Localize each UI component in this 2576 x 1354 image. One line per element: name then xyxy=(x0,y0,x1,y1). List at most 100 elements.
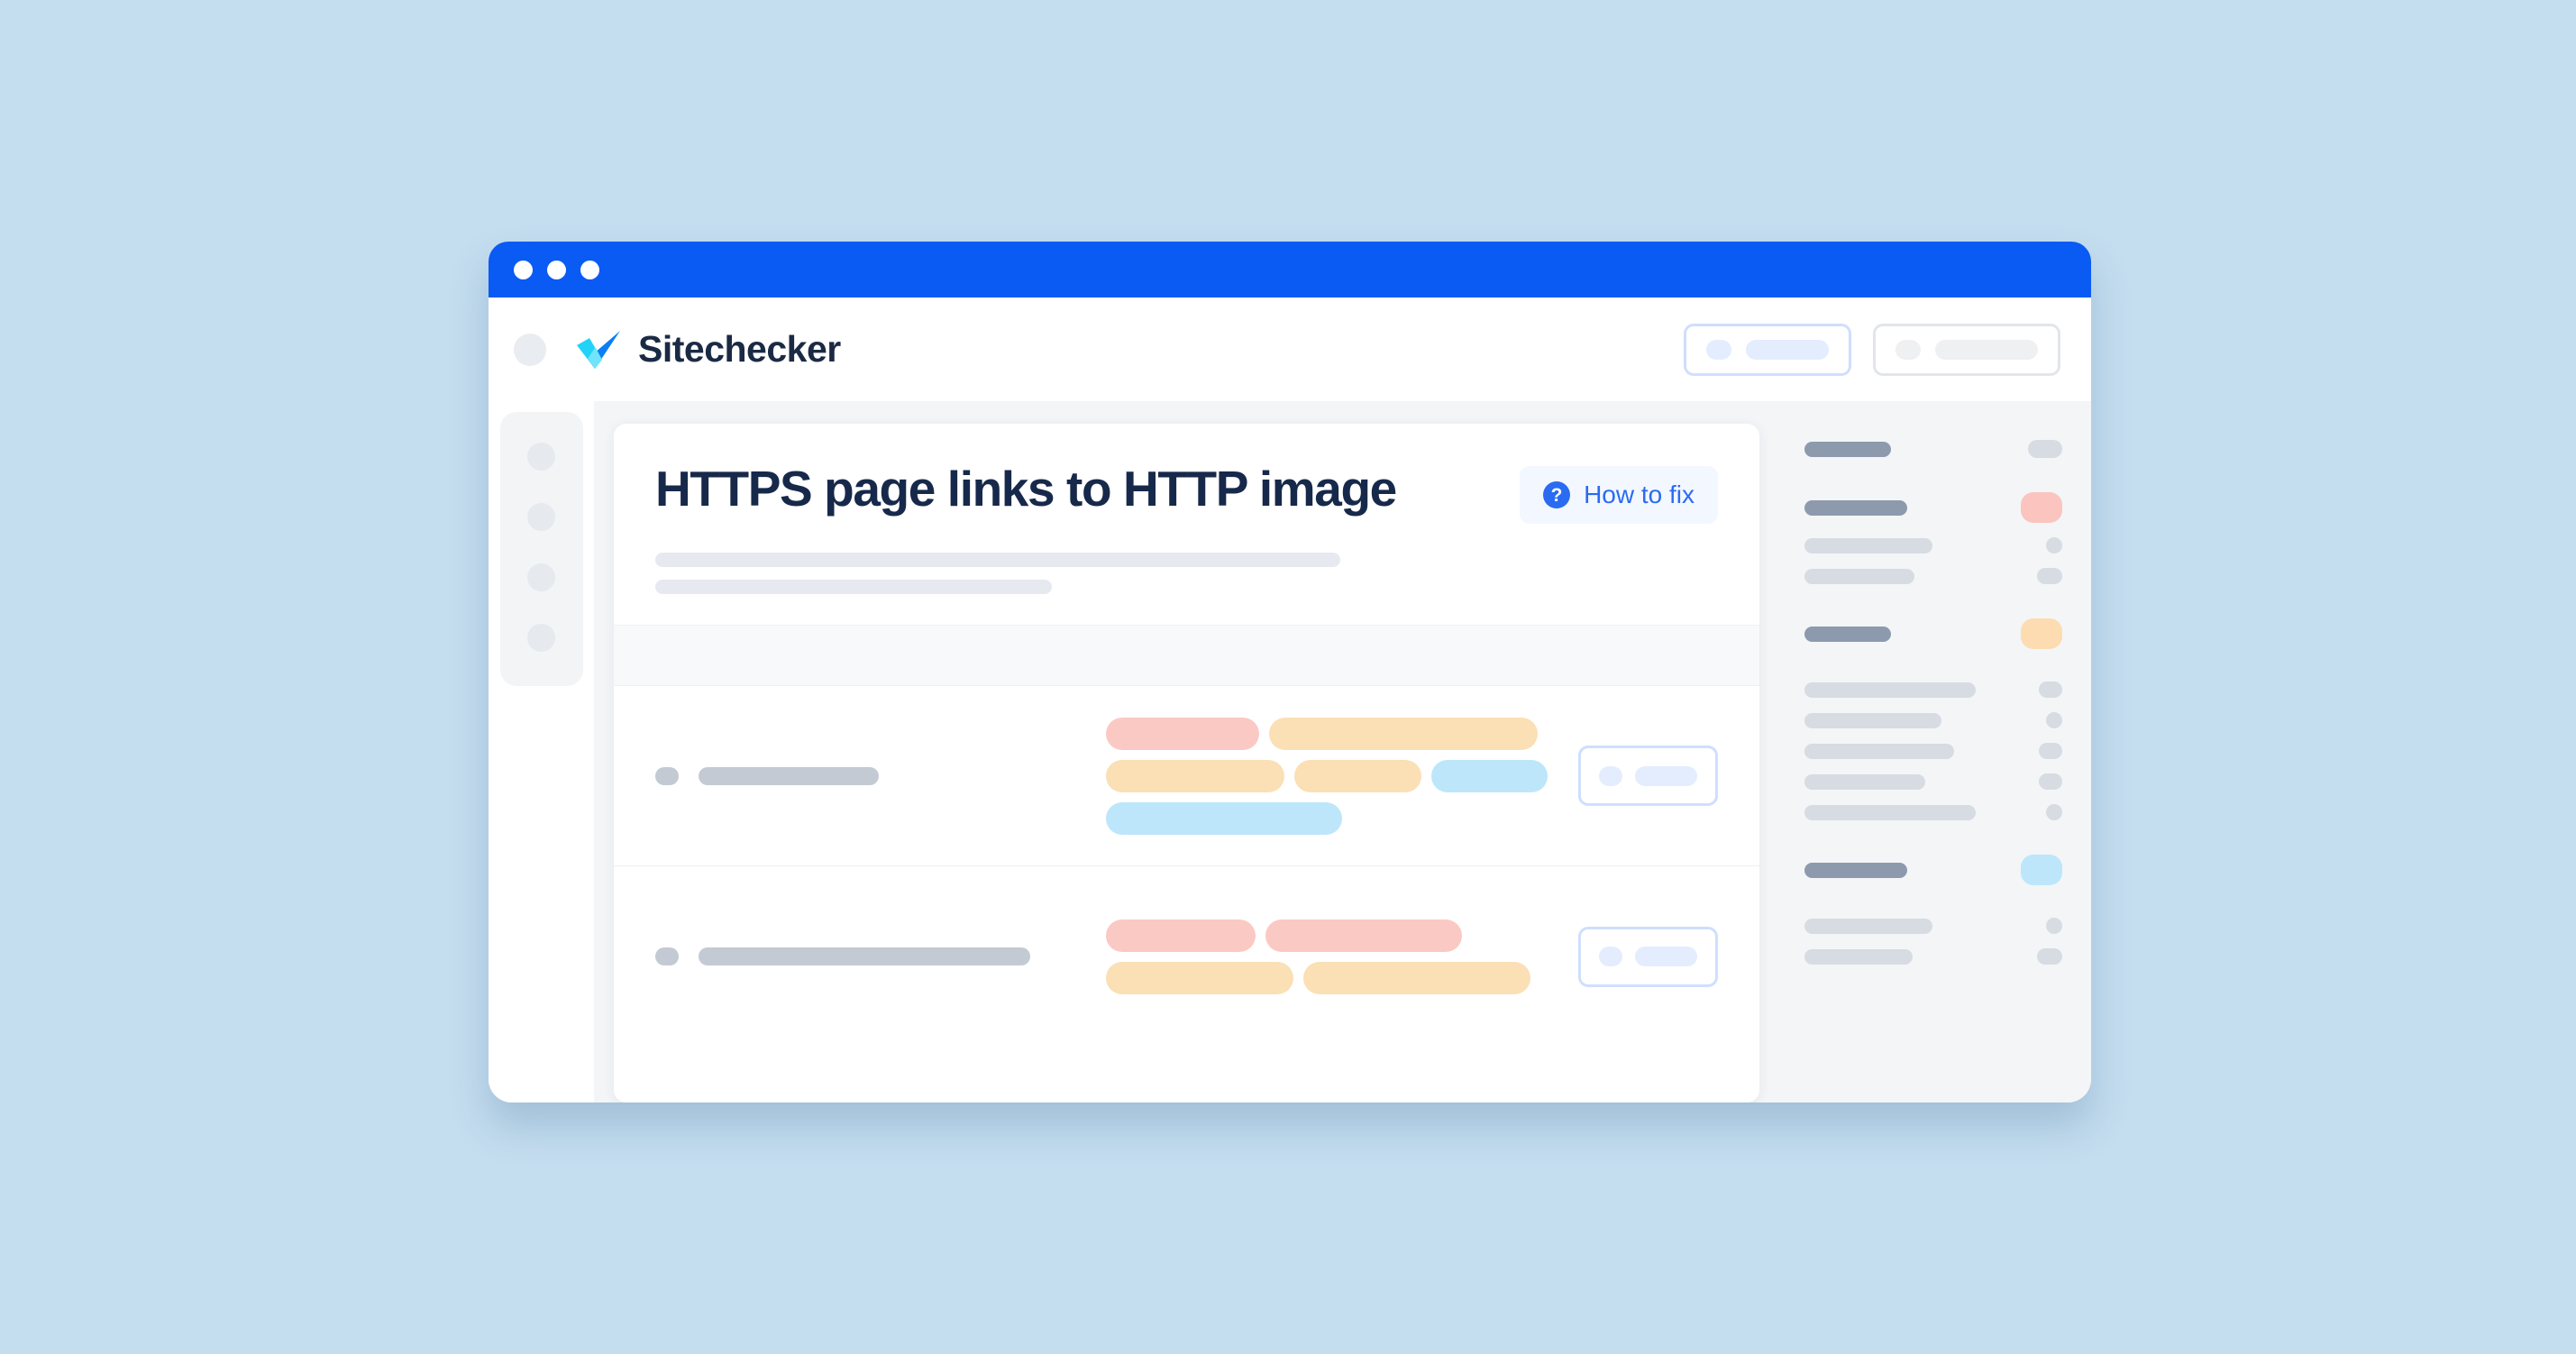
how-to-fix-label: How to fix xyxy=(1584,480,1694,508)
right-panel-item-placeholder xyxy=(1804,568,1914,584)
left-sidebar xyxy=(489,401,594,1102)
row-action-button[interactable] xyxy=(1578,746,1718,806)
right-panel-heading-placeholder xyxy=(1804,499,1907,516)
table-header-strip xyxy=(614,625,1759,686)
sidebar-item-icon-4[interactable] xyxy=(527,624,555,652)
table-row-tags-cell xyxy=(1106,717,1548,835)
tag-pill[interactable] xyxy=(1106,961,1293,994)
row-bullet-icon xyxy=(655,766,679,785)
right-panel-group xyxy=(1804,618,2062,820)
right-panel-group xyxy=(1804,855,2062,965)
header-button-primary-icon xyxy=(1706,339,1731,360)
right-panel-badge xyxy=(2039,682,2062,698)
left-sidebar-panel xyxy=(499,412,583,686)
right-panel-badge xyxy=(2021,492,2062,523)
card-header-top: HTTPS page links to HTTP image ? How to … xyxy=(655,461,1718,524)
brand-name: Sitechecker xyxy=(638,328,841,370)
header-button-secondary-label-placeholder xyxy=(1935,339,2038,360)
table-row-label-cell xyxy=(655,947,1106,965)
right-panel-badge xyxy=(2046,918,2062,934)
window-close-dot-icon[interactable] xyxy=(514,260,533,279)
right-panel-row[interactable] xyxy=(1804,948,2062,965)
right-sidebar xyxy=(1779,401,2091,1102)
header-buttons xyxy=(1684,323,2060,376)
main-content: HTTPS page links to HTTP image ? How to … xyxy=(594,401,1779,1102)
browser-titlebar xyxy=(489,242,2091,297)
sidebar-item-icon-2[interactable] xyxy=(527,503,555,531)
row-action-icon xyxy=(1599,947,1622,966)
row-action-icon xyxy=(1599,765,1622,786)
right-panel-badge xyxy=(2039,743,2062,759)
tag-line xyxy=(1106,801,1548,835)
tag-pill[interactable] xyxy=(1269,717,1538,750)
right-panel-row[interactable] xyxy=(1804,537,2062,553)
tag-pill[interactable] xyxy=(1106,919,1256,952)
sidebar-item-icon-1[interactable] xyxy=(527,443,555,471)
table-row[interactable] xyxy=(614,866,1759,1047)
tag-pill[interactable] xyxy=(1106,801,1342,835)
table-row[interactable] xyxy=(614,686,1759,866)
right-panel-badge xyxy=(2046,537,2062,553)
right-panel-badge xyxy=(2021,618,2062,649)
tag-line xyxy=(1106,759,1548,792)
right-panel-heading-placeholder xyxy=(1804,626,1891,642)
row-action-button[interactable] xyxy=(1578,926,1718,987)
description-line-2 xyxy=(655,580,1052,594)
tag-pill[interactable] xyxy=(1293,759,1421,792)
question-mark-icon: ? xyxy=(1543,481,1571,508)
right-panel-row[interactable] xyxy=(1804,918,2062,934)
right-panel-row[interactable] xyxy=(1804,492,2062,523)
row-bullet-icon xyxy=(655,947,679,965)
page-title: HTTPS page links to HTTP image xyxy=(655,461,1397,517)
tag-pill[interactable] xyxy=(1106,759,1284,792)
window-minimize-dot-icon[interactable] xyxy=(547,260,566,279)
right-panel-row[interactable] xyxy=(1804,743,2062,759)
description-placeholder xyxy=(655,553,1718,594)
header-button-primary[interactable] xyxy=(1684,323,1851,376)
right-panel-row[interactable] xyxy=(1804,804,2062,820)
table-row-label-cell xyxy=(655,766,1106,785)
content-card: HTTPS page links to HTTP image ? How to … xyxy=(614,424,1759,1102)
header-button-primary-label-placeholder xyxy=(1746,339,1829,360)
row-action-label-placeholder xyxy=(1635,765,1697,786)
right-panel-spacer xyxy=(1804,663,2062,682)
right-panel-row[interactable] xyxy=(1804,568,2062,584)
tag-pill[interactable] xyxy=(1430,759,1548,792)
row-label-placeholder xyxy=(699,947,1030,965)
avatar[interactable] xyxy=(514,333,546,366)
right-panel-item-placeholder xyxy=(1804,682,1976,698)
right-panel-badge xyxy=(2021,855,2062,885)
right-panel-row[interactable] xyxy=(1804,618,2062,649)
tag-pill[interactable] xyxy=(1106,717,1259,750)
row-action-label-placeholder xyxy=(1635,947,1697,966)
tag-pill[interactable] xyxy=(1265,919,1462,952)
right-panel-row[interactable] xyxy=(1804,440,2062,458)
header-button-secondary[interactable] xyxy=(1873,323,2060,376)
description-line-1 xyxy=(655,553,1340,567)
right-panel-row[interactable] xyxy=(1804,855,2062,885)
right-panel-heading-placeholder xyxy=(1804,862,1907,878)
right-panel-badge xyxy=(2028,440,2062,458)
right-panel-row[interactable] xyxy=(1804,712,2062,728)
page-root: Sitechecker HTTPS page links to HTTP ima… xyxy=(0,0,2576,1354)
right-panel-row[interactable] xyxy=(1804,682,2062,698)
how-to-fix-button[interactable]: ? How to fix xyxy=(1520,466,1718,524)
right-panel-item-placeholder xyxy=(1804,537,1932,553)
brand[interactable]: Sitechecker xyxy=(575,329,841,371)
right-panel-item-placeholder xyxy=(1804,773,1925,790)
header-button-secondary-icon xyxy=(1895,339,1921,360)
right-panel-badge xyxy=(2037,568,2062,584)
right-panel-item-placeholder xyxy=(1804,743,1954,759)
app-body: HTTPS page links to HTTP image ? How to … xyxy=(489,401,2091,1102)
tag-line xyxy=(1106,919,1548,952)
right-panel-heading-placeholder xyxy=(1804,441,1891,457)
right-panel-badge xyxy=(2037,948,2062,965)
right-panel-spacer xyxy=(1804,900,2062,918)
table-row-tags-cell xyxy=(1106,919,1548,994)
right-panel-group xyxy=(1804,492,2062,584)
tag-line xyxy=(1106,961,1548,994)
window-maximize-dot-icon[interactable] xyxy=(580,260,599,279)
tag-pill[interactable] xyxy=(1303,961,1530,994)
sidebar-item-icon-3[interactable] xyxy=(527,563,555,591)
right-panel-row[interactable] xyxy=(1804,773,2062,790)
